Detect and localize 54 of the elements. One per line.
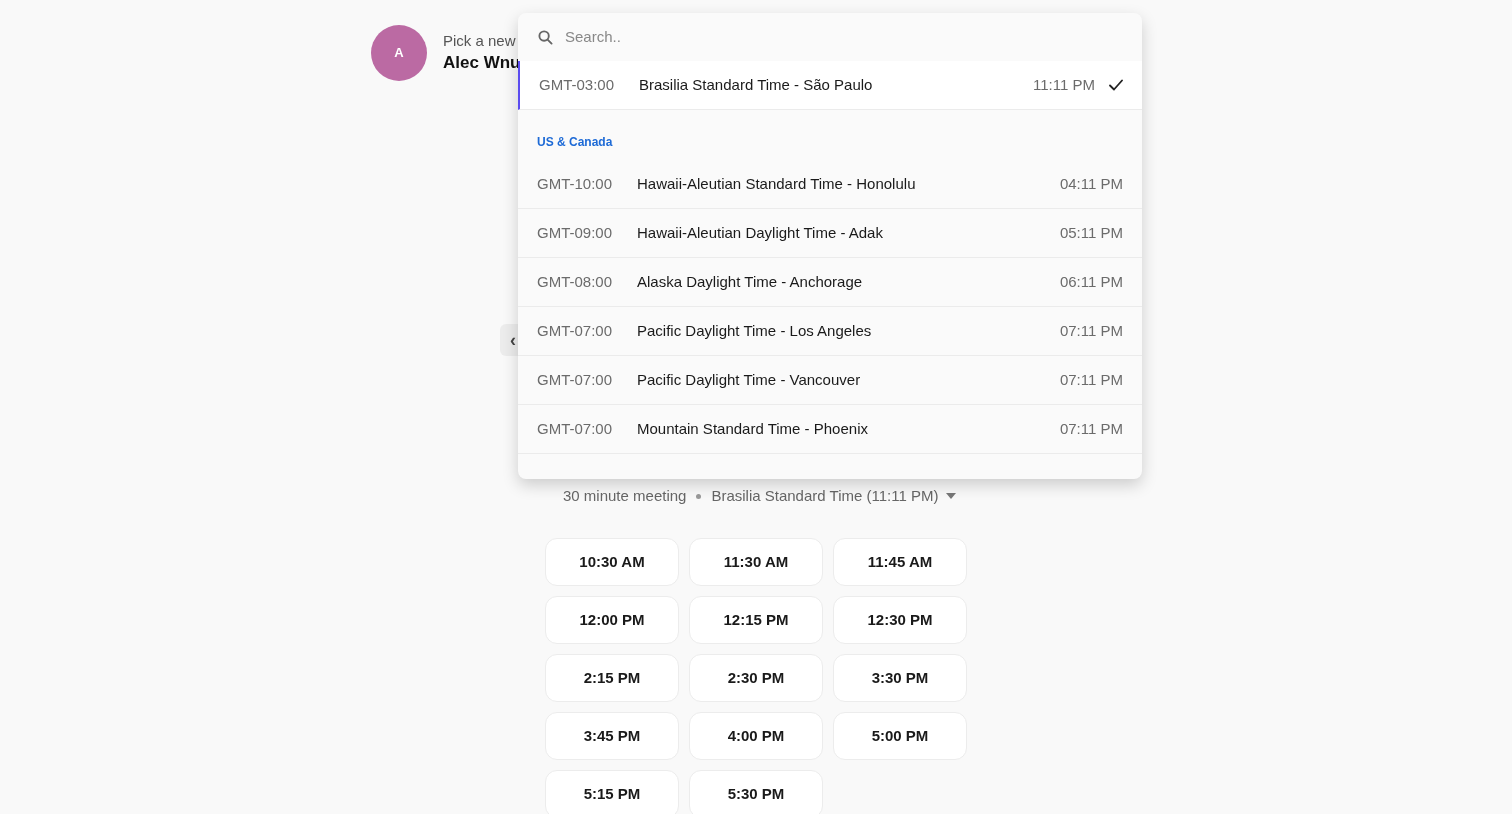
timezone-dropdown[interactable]: Brasilia Standard Time (11:11 PM) bbox=[711, 484, 957, 508]
timezone-name: Hawaii-Aleutian Daylight Time - Adak bbox=[637, 222, 884, 243]
utc-offset: GMT-03:00 bbox=[539, 74, 616, 95]
timezone-name: Alaska Daylight Time - Anchorage bbox=[637, 271, 864, 292]
timezone-option[interactable]: GMT-09:00 Hawaii-Aleutian Daylight Time - Adak 05:11 PM bbox=[518, 209, 1142, 258]
time-slot-button[interactable]: 10:30 AM bbox=[545, 538, 679, 586]
host-name: Alec Wnu bbox=[443, 52, 521, 74]
search-icon bbox=[538, 29, 553, 45]
checkmark-icon bbox=[1109, 79, 1123, 91]
time-slot-button[interactable]: 12:30 PM bbox=[833, 596, 967, 644]
caret-icon bbox=[946, 493, 957, 499]
local-time: 07:11 PM bbox=[1059, 418, 1123, 439]
meeting-duration: 30 minute meeting bbox=[563, 485, 687, 506]
time-slot-button[interactable]: 5:00 PM bbox=[833, 712, 967, 760]
timezone-name: Hawaii-Aleutian Standard Time - Honolulu bbox=[637, 173, 917, 194]
utc-offset: GMT-09:00 bbox=[537, 222, 614, 243]
local-time: 06:11 PM bbox=[1059, 271, 1123, 292]
prompt-text: Pick a new bbox=[443, 31, 517, 51]
utc-offset: GMT-07:00 bbox=[537, 418, 614, 439]
time-slot-button[interactable]: 11:45 AM bbox=[833, 538, 967, 586]
timezone-name: Mountain Standard Time - Phoenix bbox=[637, 418, 869, 439]
time-slot-button[interactable]: 12:00 PM bbox=[545, 596, 679, 644]
time-slot-button[interactable]: 11:30 AM bbox=[689, 538, 823, 586]
timezone-option[interactable]: GMT-10:00 Hawaii-Aleutian Standard Time - Honolulu 04:11 PM bbox=[518, 160, 1142, 209]
time-slot-button[interactable]: 3:30 PM bbox=[833, 654, 967, 702]
dot-separator-icon bbox=[696, 493, 702, 499]
timezone-name: Brasilia Standard Time - São Paulo bbox=[639, 74, 874, 95]
time-slot-button[interactable]: 3:45 PM bbox=[545, 712, 679, 760]
timezone-option[interactable]: GMT-03:00 Brasilia Standard Time - São Paulo 11:11 PM bbox=[518, 61, 1142, 110]
timezone-option[interactable]: GMT-07:00 Pacific Daylight Time - Vancouver 07:11 PM bbox=[518, 356, 1142, 405]
timezone-option[interactable]: GMT-07:00 Mountain Standard Time - Phoenix 07:11 PM bbox=[518, 405, 1142, 454]
utc-offset: GMT-08:00 bbox=[537, 271, 614, 292]
avatar: A bbox=[371, 25, 427, 81]
local-time: 04:11 PM bbox=[1059, 173, 1123, 194]
local-time: 07:11 PM bbox=[1059, 320, 1123, 341]
local-time: 11:11 PM bbox=[1033, 74, 1095, 95]
timezone-option[interactable]: GMT-07:00 Pacific Daylight Time - Los Angeles 07:11 PM bbox=[518, 307, 1142, 356]
group-heading: US & Canada bbox=[537, 134, 613, 151]
time-slot-button[interactable]: 5:30 PM bbox=[689, 770, 823, 814]
local-time: 07:11 PM bbox=[1059, 369, 1123, 390]
timezone-name: Pacific Daylight Time - Vancouver bbox=[637, 369, 862, 390]
utc-offset: GMT-10:00 bbox=[537, 173, 614, 194]
time-slot-button[interactable]: 12:15 PM bbox=[689, 596, 823, 644]
time-slot-button[interactable]: 5:15 PM bbox=[545, 770, 679, 814]
search-field[interactable]: Search.. bbox=[565, 25, 1122, 49]
time-slot-button[interactable]: 2:15 PM bbox=[545, 654, 679, 702]
time-slot-button[interactable]: 4:00 PM bbox=[689, 712, 823, 760]
timezone-name: Pacific Daylight Time - Los Angeles bbox=[637, 320, 873, 341]
utc-offset: GMT-07:00 bbox=[537, 320, 614, 341]
utc-offset: GMT-07:00 bbox=[537, 369, 614, 390]
timezone-option[interactable]: GMT-08:00 Alaska Daylight Time - Anchorage 06:11 PM bbox=[518, 258, 1142, 307]
back-button[interactable]: ‹ bbox=[500, 324, 518, 356]
time-slot-button[interactable]: 2:30 PM bbox=[689, 654, 823, 702]
local-time: 05:11 PM bbox=[1059, 222, 1123, 243]
